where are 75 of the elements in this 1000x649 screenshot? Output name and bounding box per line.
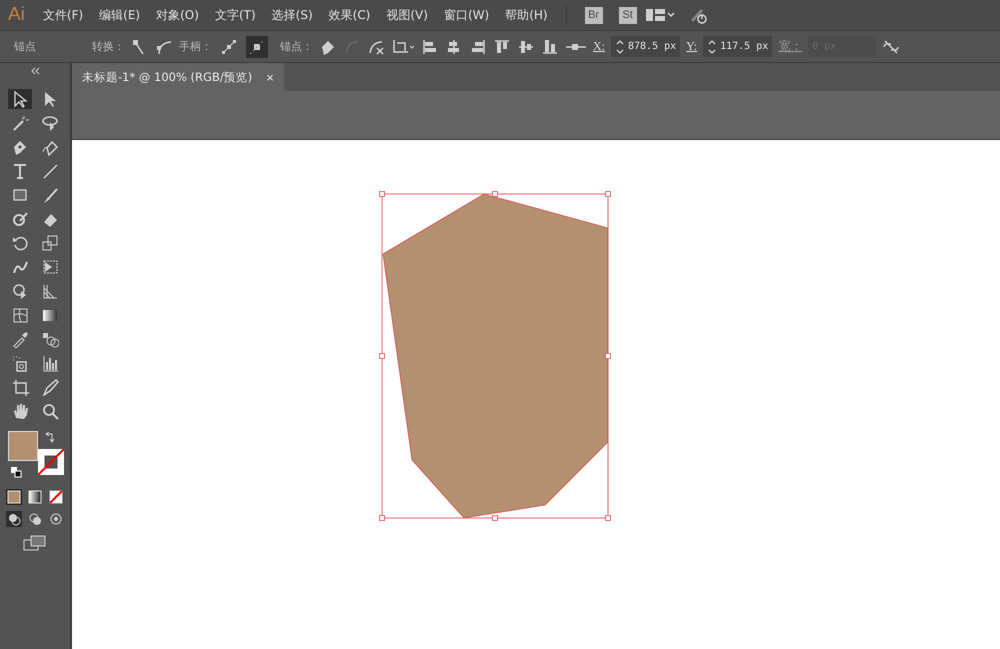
brush-icon — [41, 186, 59, 204]
scale-icon — [41, 234, 59, 252]
align-top-icon — [493, 38, 511, 56]
x-label: X: — [593, 39, 605, 54]
app-logo: Ai — [7, 4, 26, 26]
width-label: 宽： — [778, 38, 802, 55]
selection-type-label: 锚点 — [14, 39, 36, 54]
hand-icon — [11, 402, 29, 420]
symbol-sprayer-icon — [11, 354, 29, 372]
none-swatch-icon — [49, 490, 63, 504]
convert-label: 转换： — [92, 39, 125, 54]
fill-swatch[interactable] — [8, 431, 38, 461]
reference-point-icon — [565, 42, 587, 50]
draw-behind-icon — [28, 512, 42, 526]
align-right-icon — [469, 38, 487, 56]
menu-item[interactable]: 帮助(H) — [497, 4, 556, 26]
draw-mode-button[interactable] — [48, 511, 64, 527]
align-left-icon — [421, 38, 439, 56]
document-tab-title: 未标题-1* @ 100% (RGB/预览) — [82, 70, 252, 84]
tool-button[interactable] — [8, 89, 32, 109]
color-swatch-icon — [7, 490, 21, 504]
rotate-icon — [11, 234, 29, 252]
perspective-grid-icon — [41, 282, 59, 300]
menu-item[interactable]: 对象(O) — [148, 4, 207, 26]
eyedropper-icon — [11, 330, 29, 348]
y-field[interactable]: 117.5 px — [703, 36, 772, 57]
x-field[interactable]: 878.5 px — [611, 36, 680, 57]
pen-icon — [41, 138, 59, 156]
app-launcher-button[interactable]: St — [618, 6, 637, 24]
handles-label: 手柄： — [179, 39, 212, 54]
draw-inside-icon — [49, 512, 63, 526]
rocket-power-icon — [688, 6, 709, 24]
close-button[interactable]: × — [266, 70, 274, 84]
draw-normal-icon — [7, 512, 21, 526]
menu-item[interactable]: 编辑(E) — [91, 4, 148, 26]
workspace-layout-icon — [644, 6, 675, 24]
color-mode-button[interactable] — [48, 489, 64, 505]
bar-chart-icon — [41, 354, 59, 372]
screen-mode-icon — [23, 535, 47, 551]
menu-item[interactable]: 效果(C) — [320, 4, 378, 26]
type-icon — [11, 162, 29, 180]
align-bottom-icon — [541, 38, 559, 56]
search-icon — [41, 402, 59, 420]
stroke-swatch[interactable] — [38, 449, 64, 475]
anchors-label: 锚点： — [280, 39, 313, 54]
handle-toggle-button[interactable] — [246, 36, 268, 58]
magic-wand-icon — [11, 114, 29, 132]
default-colors-icon[interactable] — [11, 467, 22, 478]
free-transform-icon — [41, 258, 59, 276]
link-icon — [882, 38, 900, 56]
stepper-icon — [615, 38, 625, 56]
menu-item[interactable]: 选择(S) — [264, 4, 321, 26]
slice-icon — [41, 378, 59, 396]
blend-icon — [41, 330, 59, 348]
swap-arrow-icon[interactable] — [45, 432, 55, 444]
handles-visible-icon — [220, 38, 238, 56]
menu-item[interactable]: 文字(T) — [206, 4, 264, 26]
draw-mode-button[interactable] — [6, 511, 22, 527]
menu-item[interactable]: 文件(F) — [34, 4, 92, 26]
pen-icon — [11, 138, 29, 156]
gradient-swatch-icon — [28, 490, 42, 504]
menu-item[interactable]: 视图(V) — [378, 4, 436, 26]
isolate-icon — [391, 38, 415, 56]
line-icon — [41, 162, 59, 180]
collapse-icon — [30, 67, 40, 75]
shaper-icon — [11, 210, 29, 228]
lasso-icon — [41, 114, 59, 132]
document-tab[interactable]: 未标题-1* @ 100% (RGB/预览) × — [72, 63, 284, 91]
mesh-icon — [11, 306, 29, 324]
draw-mode-button[interactable] — [27, 511, 43, 527]
stepper-icon — [707, 38, 718, 56]
artboard-icon — [11, 378, 29, 396]
menu-item[interactable]: 窗口(W) — [436, 4, 498, 26]
y-label: Y: — [686, 39, 698, 54]
app-launcher-button[interactable]: Br — [584, 6, 603, 24]
